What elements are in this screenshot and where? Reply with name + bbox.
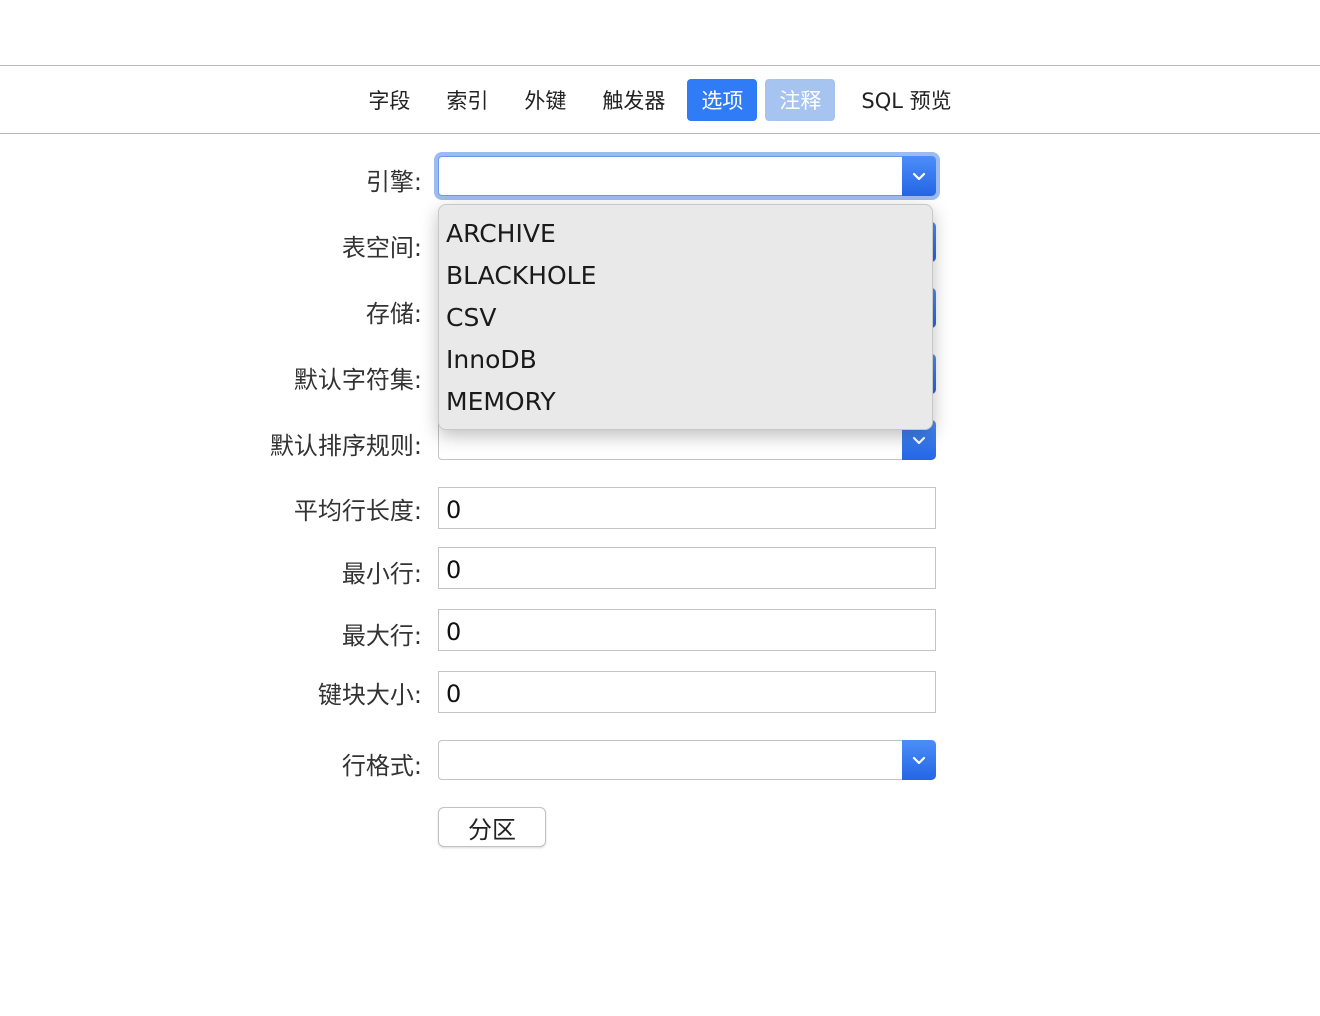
tablespace-label: 表空间: [341,234,422,262]
chevron-down-icon[interactable] [902,740,936,780]
tab-options[interactable]: 选项 [687,78,758,121]
tabbar-divider [0,133,1320,134]
avg-row-length-label: 平均行长度: [293,497,422,525]
min-rows-label: 最小行: [341,560,422,588]
engine-option-csv[interactable]: CSV [439,301,932,343]
max-rows-label: 最大行: [341,622,422,650]
engine-option-archive[interactable]: ARCHIVE [439,217,932,259]
avg-row-length-input[interactable]: 0 [438,487,936,529]
storage-label: 存储: [365,300,422,328]
tab-comment[interactable]: 注释 [765,78,836,121]
row-format-label: 行格式: [341,752,422,780]
default-charset-label: 默认字符集: [293,366,422,394]
key-block-size-label: 键块大小: [317,681,422,709]
tab-indexes[interactable]: 索引 [432,79,502,121]
tab-sql-preview[interactable]: SQL 预览 [847,79,965,121]
tab-bar: 字段 索引 外键 触发器 选项 注释 SQL 预览 [0,66,1320,133]
chevron-down-icon[interactable] [902,156,936,196]
max-rows-input[interactable]: 0 [438,609,936,651]
partition-button[interactable]: 分区 [438,807,546,847]
engine-label: 引擎: [365,168,422,196]
default-collation-label: 默认排序规则: [269,432,422,460]
engine-option-blackhole[interactable]: BLACKHOLE [439,259,932,301]
row-format-select[interactable] [438,740,936,780]
tab-triggers[interactable]: 触发器 [588,79,679,121]
tab-fields[interactable]: 字段 [354,79,424,121]
engine-option-innodb[interactable]: InnoDB [439,343,932,385]
engine-option-memory[interactable]: MEMORY [439,385,932,427]
min-rows-input[interactable]: 0 [438,547,936,589]
engine-select[interactable] [438,156,936,196]
tab-foreign-keys[interactable]: 外键 [510,79,580,121]
key-block-size-input[interactable]: 0 [438,671,936,713]
engine-dropdown-menu: ARCHIVE BLACKHOLE CSV InnoDB MEMORY [438,204,933,430]
